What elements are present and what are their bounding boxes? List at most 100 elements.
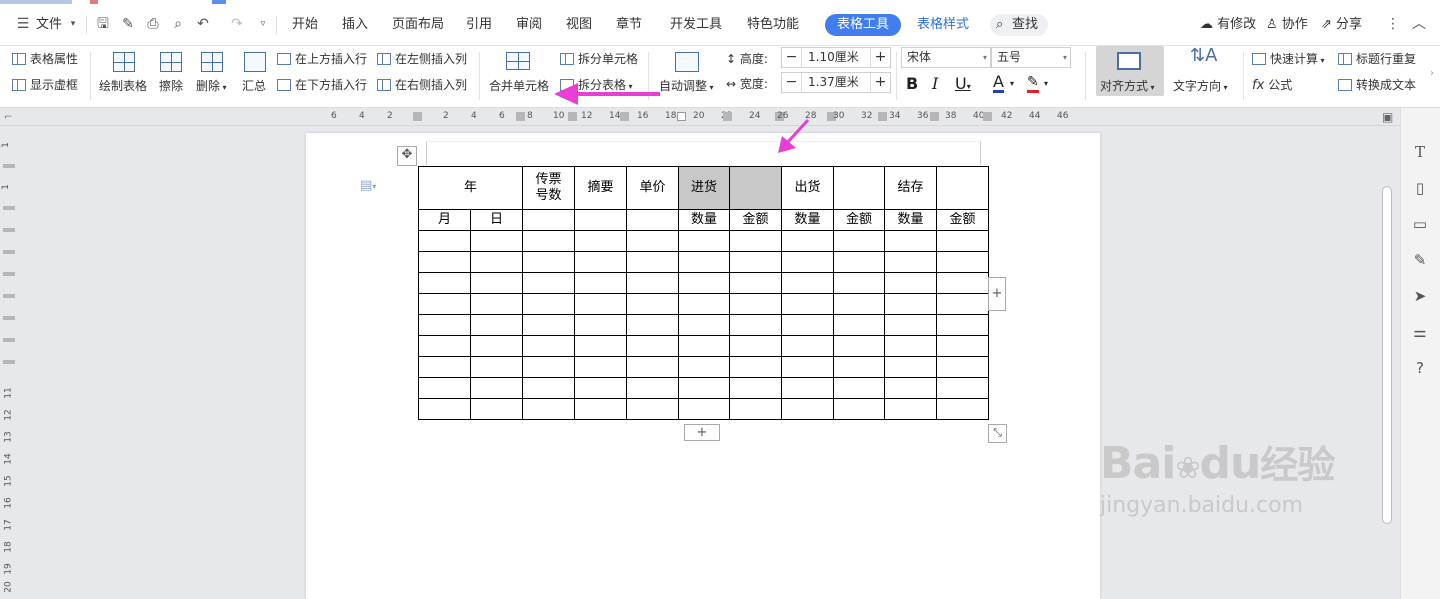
table-cell-selected[interactable]: 进货 <box>678 166 731 210</box>
table-cell[interactable] <box>469 398 524 420</box>
ruler-row-marker[interactable] <box>3 338 15 342</box>
table-cell[interactable] <box>833 335 886 357</box>
tab-table-style[interactable]: 表格样式 <box>917 14 969 36</box>
table-cell[interactable] <box>678 272 731 294</box>
vertical-scrollbar[interactable] <box>1382 186 1392 524</box>
resize-table-icon[interactable]: ⤡ <box>988 424 1007 443</box>
width-value[interactable]: 1.37厘米 <box>808 73 859 92</box>
horizontal-ruler[interactable]: 6 4 2 2 4 6 8 10 12 14 16 18 20 22 24 26… <box>0 108 1440 126</box>
document-icon[interactable]: ▯ <box>1410 178 1430 198</box>
table-cell[interactable] <box>781 356 835 378</box>
table-cell[interactable] <box>729 377 783 399</box>
table-cell[interactable] <box>469 251 524 273</box>
table-cell[interactable] <box>522 356 576 378</box>
table-cell[interactable] <box>522 293 576 315</box>
ruler-toggle-icon[interactable]: ▣ <box>1382 110 1393 124</box>
table-cell[interactable] <box>678 335 731 357</box>
table-cell[interactable]: 数量 <box>884 209 938 231</box>
table-cell[interactable] <box>469 314 524 336</box>
collab-button[interactable]: ♙ 协作 <box>1266 14 1308 36</box>
delete-button[interactable]: 删除 ▾ <box>196 78 227 96</box>
undo-icon[interactable]: ↶ <box>194 15 212 33</box>
doc-tab-2[interactable] <box>90 0 98 4</box>
table-cell[interactable] <box>936 314 990 336</box>
table-cell[interactable] <box>574 398 628 420</box>
table-cell[interactable] <box>469 293 524 315</box>
table-cell[interactable] <box>469 377 524 399</box>
underline-icon[interactable]: U▾ <box>955 74 971 97</box>
table-cell[interactable] <box>729 335 783 357</box>
quick-calc-button[interactable]: 快速计算 ▾ <box>1252 51 1325 69</box>
table-cell[interactable] <box>574 356 628 378</box>
table-cell[interactable] <box>729 398 783 420</box>
document-settings-icon[interactable]: ▭ <box>1410 214 1430 234</box>
table-cell[interactable] <box>833 166 886 210</box>
ruler-row-marker[interactable] <box>3 316 15 320</box>
table-cell[interactable] <box>936 272 990 294</box>
ribbon-scroll-icon[interactable]: › <box>1430 66 1434 82</box>
convert-to-text-button[interactable]: 转换成文本 <box>1338 77 1416 93</box>
table-cell[interactable] <box>626 356 680 378</box>
table-cell[interactable] <box>833 398 886 420</box>
table-cell[interactable] <box>418 356 471 378</box>
table-cell[interactable] <box>884 398 938 420</box>
text-direction-icon[interactable]: ⇅A <box>1190 47 1217 65</box>
table-cell-selected[interactable] <box>729 166 783 210</box>
table-cell[interactable] <box>678 230 731 252</box>
ruler-margin-marker[interactable] <box>983 112 992 121</box>
cursor-icon[interactable]: ➤ <box>1410 286 1430 306</box>
tab-view[interactable]: 视图 <box>566 14 592 36</box>
hamburger-icon[interactable]: ☰ <box>14 15 32 33</box>
table-cell[interactable]: 月 <box>418 209 471 231</box>
table-cell[interactable]: 结存 <box>884 166 938 210</box>
height-value[interactable]: 1.10厘米 <box>808 48 859 67</box>
table-cell[interactable] <box>781 398 835 420</box>
table-cell[interactable] <box>781 230 835 252</box>
text-direction-button[interactable]: 文字方向 ▾ <box>1173 78 1228 96</box>
table-cell[interactable] <box>626 209 680 231</box>
ruler-margin-marker[interactable] <box>3 164 15 168</box>
ruler-corner-icon[interactable]: ⌐ <box>4 112 12 123</box>
move-table-icon[interactable]: ✥ <box>397 146 417 166</box>
doc-tab-1[interactable] <box>0 0 72 4</box>
data-table[interactable]: 年 传票 号数 摘要 单价 进货 出货 结存 月 日 数量 金额 数量 金额 数量… <box>417 166 990 420</box>
table-cell[interactable] <box>781 272 835 294</box>
width-spinner[interactable]: − 1.37厘米 + <box>781 72 891 93</box>
table-cell[interactable] <box>936 230 990 252</box>
table-cell[interactable] <box>936 356 990 378</box>
show-grid-button[interactable]: 显示虚框 <box>12 77 78 93</box>
draw-table-icon[interactable] <box>113 52 135 72</box>
formula-button[interactable]: fx 公式 <box>1252 77 1292 94</box>
table-cell[interactable]: 数量 <box>781 209 835 231</box>
add-column-icon[interactable]: + <box>988 277 1006 311</box>
table-cell[interactable] <box>884 377 938 399</box>
table-cell[interactable] <box>469 356 524 378</box>
table-cell[interactable] <box>626 293 680 315</box>
table-cell[interactable]: 传票 号数 <box>522 166 576 210</box>
search-box[interactable]: ⌕ 查找 <box>990 14 1049 36</box>
table-cell[interactable] <box>418 230 471 252</box>
table-cell[interactable] <box>574 251 628 273</box>
ruler-margin-marker[interactable] <box>413 112 422 121</box>
tab-chapter[interactable]: 章节 <box>616 14 642 36</box>
sliders-icon[interactable]: ⚌ <box>1410 322 1430 342</box>
repeat-header-button[interactable]: 标题行重复 <box>1338 51 1416 67</box>
table-cell[interactable] <box>729 230 783 252</box>
insert-row-below-button[interactable]: 在下方插入行 <box>277 77 367 93</box>
table-cell[interactable] <box>884 314 938 336</box>
font-color-icon[interactable]: A <box>993 74 1004 93</box>
save-icon[interactable]: 🖫 <box>94 15 112 33</box>
table-cell[interactable] <box>936 293 990 315</box>
minus-icon[interactable]: − <box>782 48 802 67</box>
redo-icon[interactable]: ↷ <box>228 15 246 33</box>
table-cell[interactable] <box>574 314 628 336</box>
paragraph-tool-icon[interactable]: ▤▾ <box>360 178 376 193</box>
table-cell[interactable] <box>469 335 524 357</box>
customize-icon[interactable]: ▿ <box>254 15 272 33</box>
table-cell[interactable] <box>833 356 886 378</box>
table-cell[interactable] <box>729 293 783 315</box>
table-cell[interactable] <box>884 356 938 378</box>
table-cell[interactable] <box>418 251 471 273</box>
plus-icon[interactable]: + <box>870 48 890 67</box>
more-icon[interactable]: ⋮ <box>1384 15 1402 33</box>
